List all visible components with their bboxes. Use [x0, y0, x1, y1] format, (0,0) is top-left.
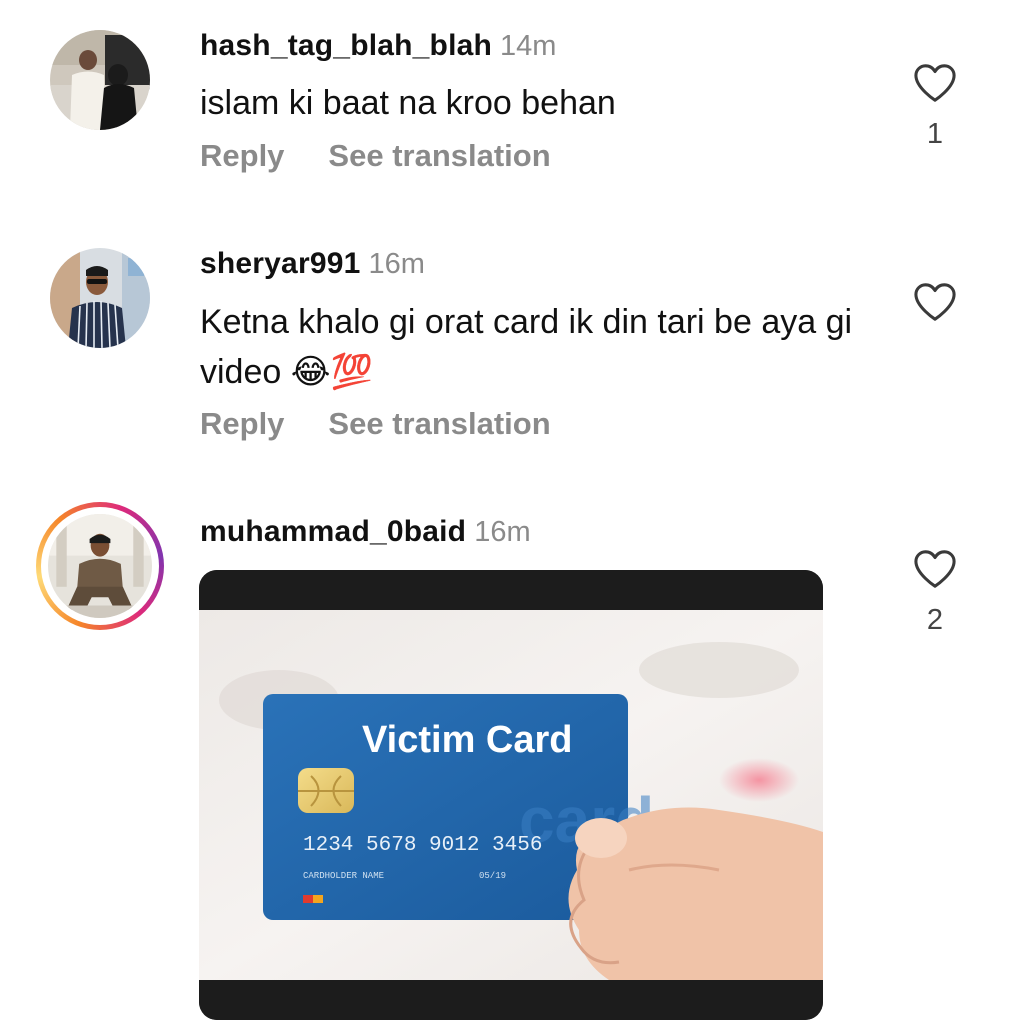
comment-actions: Reply See translation — [200, 406, 551, 442]
like-count: 1 — [926, 118, 944, 150]
timestamp: 14m — [500, 30, 557, 62]
cardholder-label: CARDHOLDER NAME — [303, 871, 384, 881]
heart-outline-icon — [914, 550, 956, 588]
comment-text: Ketna khalo gi orat card ik din tari be … — [200, 297, 860, 397]
timestamp: 16m — [368, 248, 425, 280]
like-button[interactable]: 1 — [905, 62, 965, 151]
comment-text-content: Ketna khalo gi orat card ik din tari be … — [200, 303, 853, 391]
avatar-photo — [50, 30, 150, 130]
timestamp: 16m — [474, 516, 531, 548]
username[interactable]: hash_tag_blah_blah — [200, 29, 492, 62]
username[interactable]: muhammad_0baid — [200, 515, 466, 548]
victim-card-image: card Victim Card 1234 5678 9012 3456 CAR… — [199, 570, 823, 1020]
see-translation-button[interactable]: See translation — [328, 138, 550, 173]
avatar-inner — [41, 507, 159, 625]
avatar[interactable] — [50, 30, 150, 130]
username[interactable]: sheryar991 — [200, 247, 360, 280]
like-button[interactable]: 2 — [905, 548, 965, 637]
avatar-photo — [48, 514, 152, 618]
card-title: Victim Card — [362, 719, 572, 761]
heart-outline-icon — [914, 64, 956, 102]
avatar-photo — [50, 248, 150, 348]
comment-media-image[interactable]: card Victim Card 1234 5678 9012 3456 CAR… — [199, 570, 823, 1020]
avatar — [48, 514, 152, 618]
comment-header: sheryar991 16m — [200, 246, 425, 282]
heart-outline-icon — [914, 283, 956, 321]
avatar-story-ring[interactable] — [36, 502, 164, 630]
card-expiry: 05/19 — [479, 871, 506, 881]
comment-actions: Reply See translation — [200, 138, 551, 174]
like-button[interactable] — [905, 281, 965, 323]
like-count: 2 — [926, 604, 944, 636]
comment-text: islam ki baat na kroo behan — [200, 84, 616, 122]
reply-button[interactable]: Reply — [200, 138, 284, 173]
comment-header: hash_tag_blah_blah 14m — [200, 28, 556, 64]
comment-header: muhammad_0baid 16m — [200, 514, 531, 550]
card-number: 1234 5678 9012 3456 — [303, 834, 542, 857]
avatar[interactable] — [50, 248, 150, 348]
see-translation-button[interactable]: See translation — [328, 406, 550, 441]
reply-button[interactable]: Reply — [200, 406, 284, 441]
